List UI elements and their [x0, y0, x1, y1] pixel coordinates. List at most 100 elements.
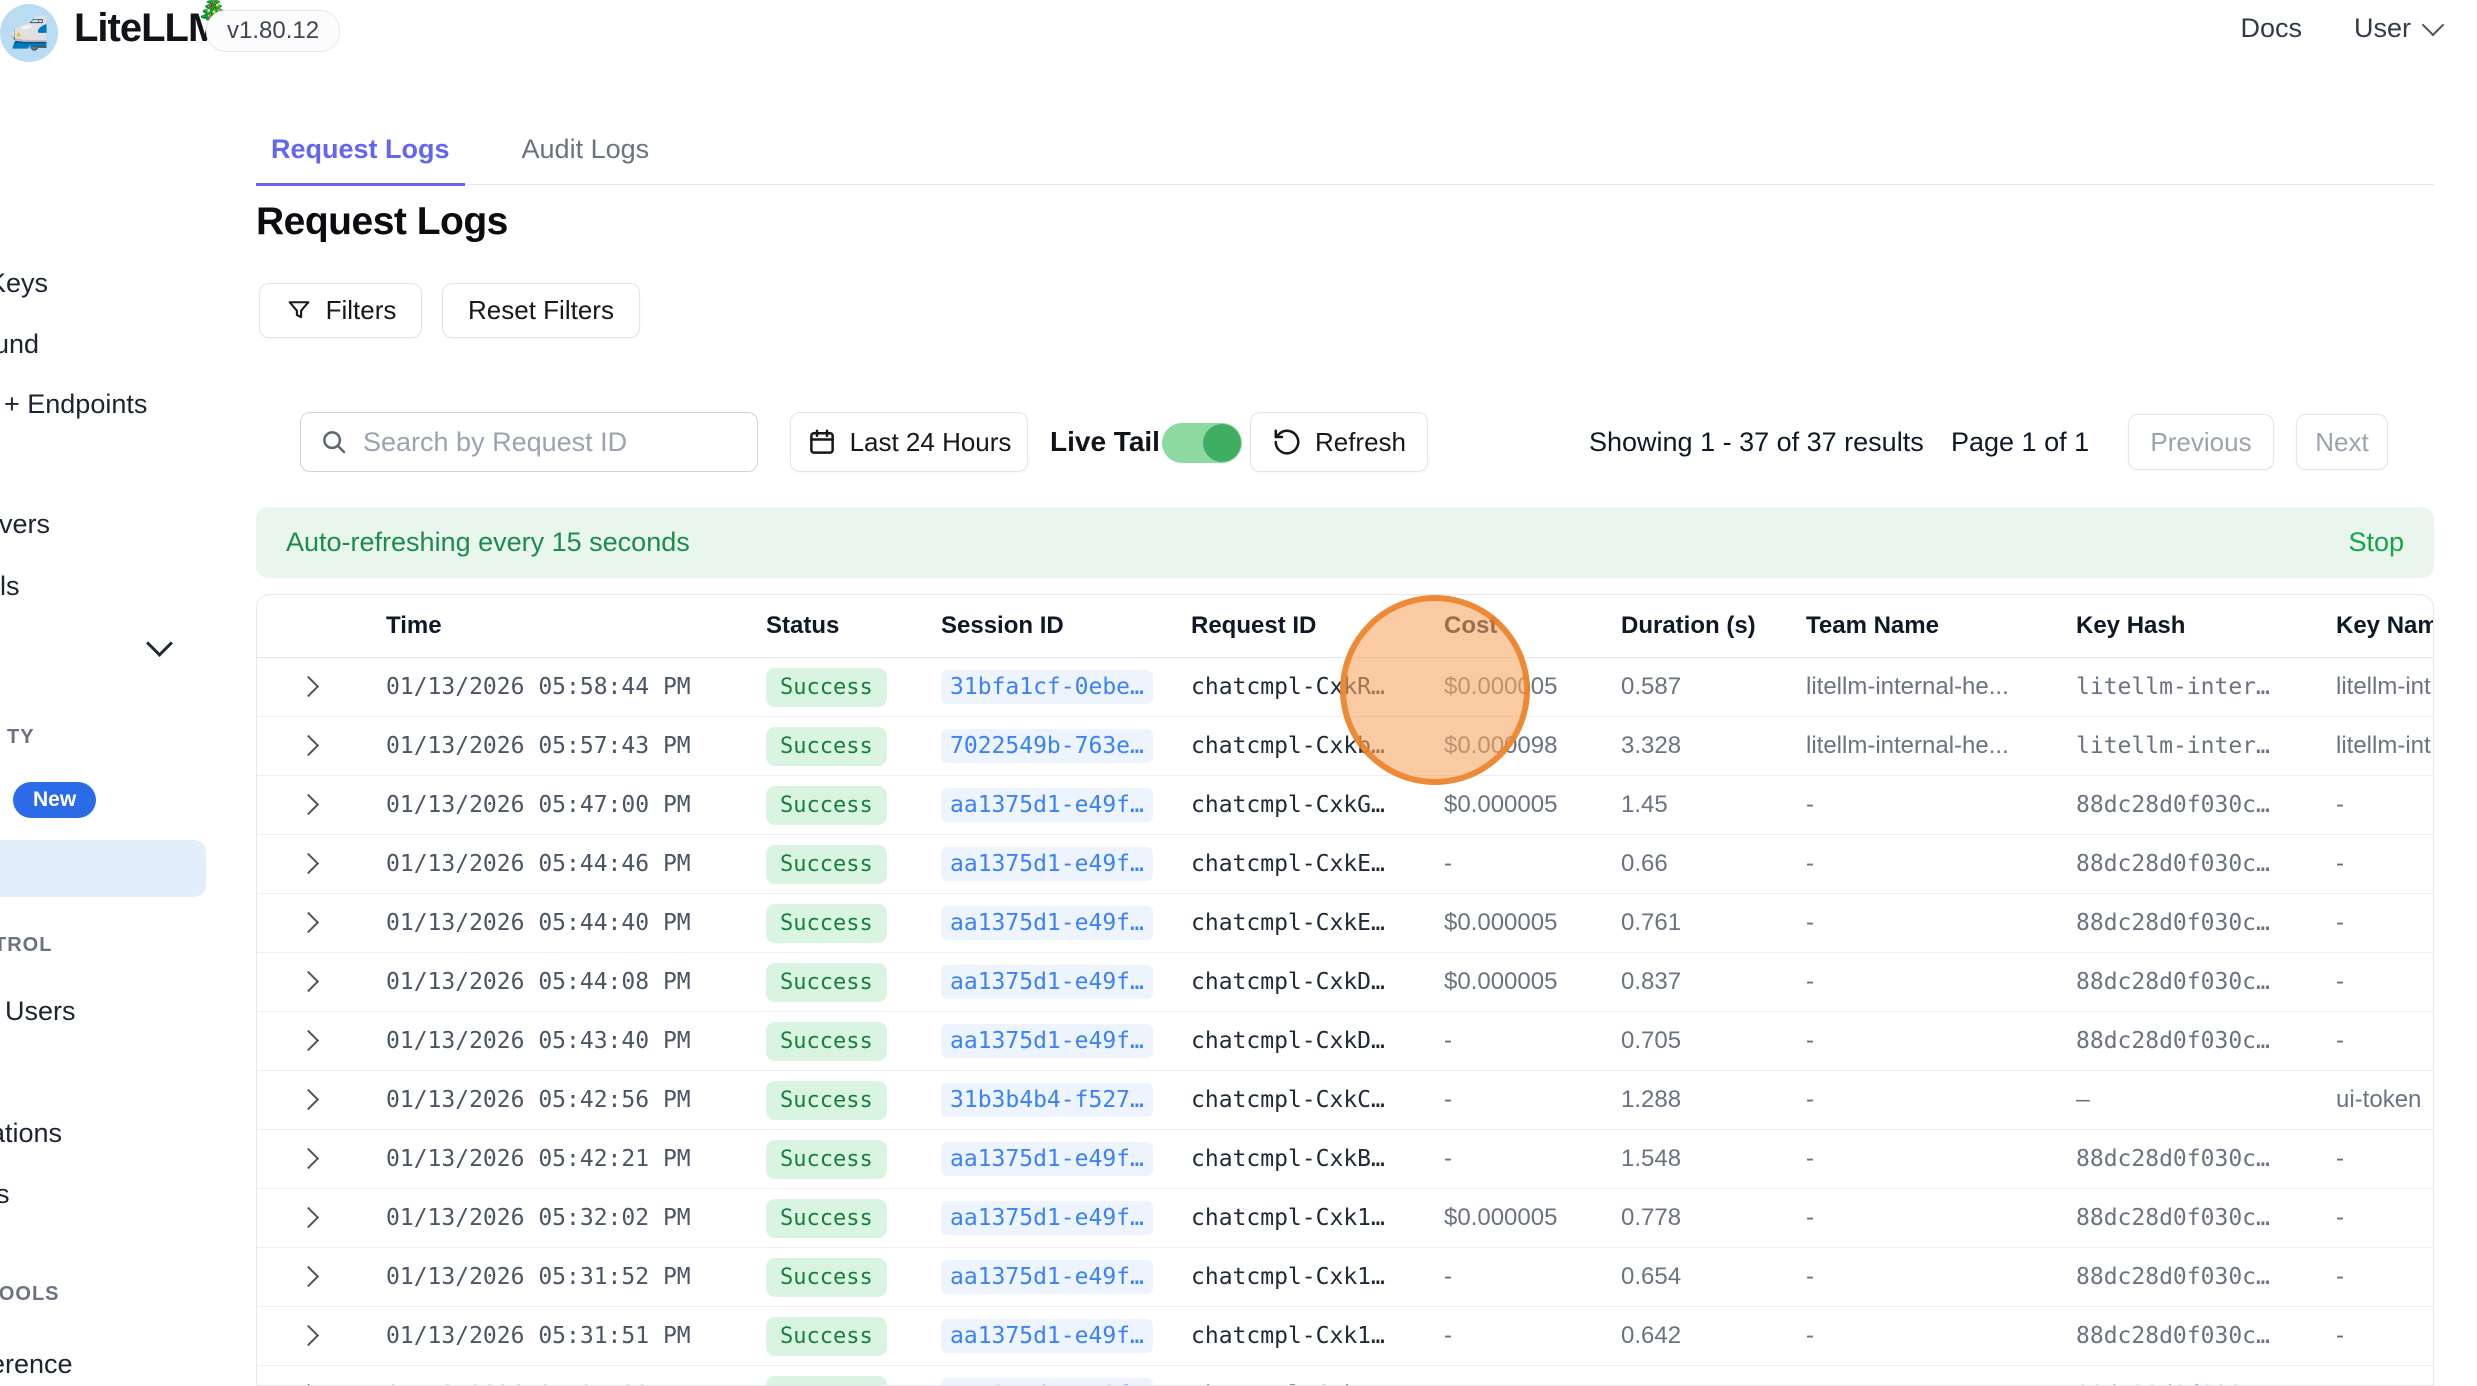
table-row[interactable]: 01/13/2026 05:58:44 PMSuccess31bfa1cf-0e… [257, 658, 2433, 717]
expand-row-button[interactable] [257, 673, 367, 701]
cell-status: Success [747, 786, 922, 825]
docs-link[interactable]: Docs [2240, 13, 2302, 44]
cell-request-id: chatcmpl-CxkE… [1172, 851, 1425, 877]
search-box[interactable] [300, 412, 758, 472]
session-id-link[interactable]: aa1375d1-e49f… [941, 788, 1153, 822]
status-badge: Success [766, 1376, 887, 1386]
expand-row-button[interactable] [257, 1204, 367, 1232]
cell-key-hash: litellm-inter… [2057, 674, 2317, 700]
chevron-right-icon [298, 1266, 319, 1287]
chevron-right-icon [298, 794, 319, 815]
expand-row-button[interactable] [257, 1145, 367, 1173]
expand-row-button[interactable] [257, 850, 367, 878]
stop-auto-refresh-button[interactable]: Stop [2348, 527, 2404, 558]
table-row[interactable]: 01/13/2026 05:47:00 PMSuccessaa1375d1-e4… [257, 776, 2433, 835]
session-id-link[interactable]: aa1375d1-e49f… [941, 1142, 1153, 1176]
search-input[interactable] [361, 426, 739, 459]
refresh-button[interactable]: Refresh [1250, 412, 1428, 472]
chevron-down-icon [2422, 13, 2445, 36]
cell-key-name: - [2317, 909, 2434, 937]
tab-request-logs[interactable]: Request Logs [256, 134, 465, 186]
cell-team-name: - [1787, 1027, 2057, 1055]
tab-audit-logs[interactable]: Audit Logs [507, 134, 665, 184]
table-row[interactable]: 01/13/2026 05:42:56 PM Success 31b3b4b4-f5… [257, 1071, 2433, 1130]
sidebar-item-users[interactable]: Users [5, 995, 76, 1027]
col-header-duration-s-: Duration (s) [1602, 612, 1787, 640]
table-row[interactable]: 01/13/2026 05:32:02 PMSuccessaa1375d1-e4… [257, 1189, 2433, 1248]
sidebar-item-api-reference[interactable]: erence [0, 1348, 73, 1380]
session-id-link[interactable]: aa1375d1-e49f… [941, 965, 1153, 999]
table-row[interactable]: 01/13/2026 05:43:40 PMSuccessaa1375d1-e4… [257, 1012, 2433, 1071]
status-badge: Success [766, 1140, 887, 1179]
session-id-link[interactable]: aa1375d1-e49f… [941, 1201, 1153, 1235]
cell-time: 01/13/2026 05:31:51 PM [367, 1323, 747, 1349]
cell-duration: 0.642 [1602, 1322, 1787, 1350]
table-row[interactable]: 01/13/2026 05:57:43 PMSuccess7022549b-76… [257, 717, 2433, 776]
cell-status: Success [747, 1199, 922, 1238]
cell-status: Success [747, 727, 922, 766]
table-row[interactable]: 01/13/2026 05:44:46 PMSuccessaa1375d1-e4… [257, 835, 2433, 894]
sidebar-item-guardrails[interactable]: ils [0, 570, 20, 602]
cell-key-name: - [2317, 1263, 2434, 1291]
expand-row-button[interactable] [257, 791, 367, 819]
session-id-link[interactable]: 7022549b-763e… [941, 729, 1153, 763]
cell-time: 01/13/2026 05:42:56 PM [367, 1087, 747, 1113]
cell-request-id: chatcmpl-CxkD… [1172, 1028, 1425, 1054]
status-badge: Success [766, 1022, 887, 1061]
cell-time: 01/13/2026 05:42:21 PM [367, 1146, 747, 1172]
session-id-link[interactable]: aa1375d1-e49f… [941, 1260, 1153, 1294]
sidebar-item-playground[interactable]: und [0, 328, 39, 360]
expand-row-button[interactable] [257, 1027, 367, 1055]
previous-page-button[interactable]: Previous [2128, 414, 2274, 470]
expand-row-button[interactable] [257, 1086, 367, 1114]
sidebar-item-models-endpoints[interactable]: + Endpoints [4, 388, 147, 420]
main-content: Request Logs Audit Logs Request Logs Fil… [256, 56, 2434, 1385]
expand-row-button[interactable] [257, 732, 367, 760]
cell-key-hash: 88dc28d0f030c… [2057, 1205, 2317, 1231]
cell-time: 01/13/2026 05:44:40 PM [367, 910, 747, 936]
session-id-link[interactable]: 31bfa1cf-0ebe… [941, 670, 1153, 704]
cell-cost: $0.000005 [1425, 1204, 1602, 1232]
cell-time: 01/13/2026 05:58:44 PM [367, 674, 747, 700]
expand-row-button[interactable] [257, 1381, 367, 1386]
reset-filters-button[interactable]: Reset Filters [442, 283, 640, 338]
time-range-button[interactable]: Last 24 Hours [790, 412, 1028, 472]
sidebar-collapse-chevron-icon[interactable] [146, 630, 173, 657]
table-row[interactable]: 01/13/2026 05:44:40 PMSuccessaa1375d1-e4… [257, 894, 2433, 953]
expand-row-button[interactable] [257, 1263, 367, 1291]
sidebar-active-item-highlight[interactable] [0, 840, 206, 897]
status-badge: Success [766, 1081, 887, 1120]
filters-button-label: Filters [326, 295, 397, 326]
expand-row-button[interactable] [257, 1322, 367, 1350]
user-menu[interactable]: User [2354, 13, 2441, 44]
cell-team-name: - [1787, 1145, 2057, 1173]
session-id-link[interactable]: aa1375d1-e49f… [941, 1024, 1153, 1058]
cell-duration: 0.778 [1602, 1204, 1787, 1232]
sidebar-item-keys[interactable]: Keys [0, 267, 48, 299]
table-row[interactable]: 01/13/2026 05:44:08 PMSuccessaa1375d1-e4… [257, 953, 2433, 1012]
cell-cost: $0.000098 [1425, 732, 1602, 760]
chevron-right-icon [298, 1325, 319, 1346]
page-info: Page 1 of 1 [1951, 427, 2089, 458]
table-row[interactable]: 01/13/2026 05:31:38 PMSuccessaa1375d1-e4… [257, 1366, 2433, 1386]
expand-row-button[interactable] [257, 968, 367, 996]
next-page-button[interactable]: Next [2296, 414, 2388, 470]
table-row[interactable]: 01/13/2026 05:31:51 PMSuccessaa1375d1-e4… [257, 1307, 2433, 1366]
col-header-key-name: Key Name [2317, 612, 2434, 640]
session-id-link[interactable]: 31b3b4b4-f527… [941, 1083, 1153, 1117]
filters-button[interactable]: Filters [259, 283, 422, 338]
status-badge: Success [766, 1199, 887, 1238]
table-row[interactable]: 01/13/2026 05:42:21 PM Success aa1375d1-e4… [257, 1130, 2433, 1189]
table-row[interactable]: 01/13/2026 05:31:52 PMSuccessaa1375d1-e4… [257, 1248, 2433, 1307]
session-id-link[interactable]: aa1375d1-e49f… [941, 906, 1153, 940]
cell-time: 01/13/2026 05:31:52 PM [367, 1264, 747, 1290]
live-tail-toggle[interactable] [1162, 423, 1242, 463]
expand-row-button[interactable] [257, 909, 367, 937]
sidebar-item-organizations[interactable]: ations [0, 1117, 62, 1149]
sidebar-item-servers[interactable]: rvers [0, 508, 50, 540]
session-id-link[interactable]: aa1375d1-e49f… [941, 1319, 1153, 1353]
table-toolbar: Last 24 Hours Live Tail Refresh Showing … [256, 411, 2434, 475]
session-id-link[interactable]: aa1375d1-e49f… [941, 847, 1153, 881]
cell-key-name: - [2317, 1204, 2434, 1232]
sidebar-item-teams[interactable]: s [0, 1178, 10, 1210]
